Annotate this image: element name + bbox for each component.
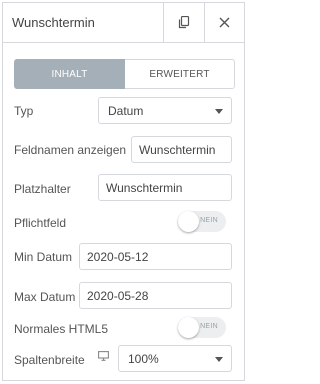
copy-button[interactable] (163, 3, 203, 42)
toggle-state-text: NEIN (200, 323, 218, 330)
close-button[interactable] (204, 3, 244, 42)
copy-icon (178, 16, 189, 29)
panel-header: Wunschtermin (3, 3, 244, 43)
pflichtfeld-label: Pflichtfeld (14, 216, 67, 230)
typ-select[interactable]: Datum (98, 97, 232, 124)
feldnamen-input[interactable]: Wunschtermin (131, 136, 232, 163)
max-datum-input[interactable]: 2020-05-28 (79, 282, 232, 309)
tab-bar: INHALT ERWEITERT (14, 59, 235, 89)
spaltenbreite-label: Spaltenbreite (14, 353, 85, 367)
typ-label: Typ (14, 104, 34, 118)
min-datum-value: 2020-05-12 (87, 249, 149, 264)
max-datum-label: Max Datum (14, 290, 76, 304)
typ-value: Datum (108, 103, 144, 118)
platzhalter-input[interactable]: Wunschtermin (98, 174, 232, 201)
min-datum-label: Min Datum (14, 250, 73, 264)
desktop-monitor-icon[interactable] (98, 351, 109, 361)
min-datum-input[interactable]: 2020-05-12 (79, 243, 232, 270)
feldnamen-value: Wunschtermin (139, 142, 216, 157)
chevron-down-icon (215, 357, 223, 362)
normales-html5-toggle[interactable]: NEIN (178, 317, 226, 338)
platzhalter-value: Wunschtermin (106, 180, 183, 195)
chevron-down-icon (215, 109, 223, 114)
toggle-knob (178, 211, 199, 232)
toggle-state-text: NEIN (200, 217, 218, 224)
max-datum-value: 2020-05-28 (87, 288, 149, 303)
normales-html5-label: Normales HTML5 (14, 322, 109, 336)
platzhalter-label: Platzhalter (14, 182, 71, 196)
spaltenbreite-value: 100% (128, 351, 159, 366)
spaltenbreite-select[interactable]: 100% (118, 345, 232, 372)
close-icon (219, 17, 230, 28)
feldnamen-label: Feldnamen anzeigen (14, 143, 127, 157)
toggle-knob (178, 317, 199, 338)
panel-title: Wunschtermin (12, 15, 95, 30)
field-settings-panel: Wunschtermin INHALT ERWEITERT Typ Datum … (2, 2, 245, 381)
tab-erweitert[interactable]: ERWEITERT (125, 59, 235, 89)
tab-inhalt[interactable]: INHALT (14, 59, 125, 89)
pflichtfeld-toggle[interactable]: NEIN (178, 211, 226, 232)
